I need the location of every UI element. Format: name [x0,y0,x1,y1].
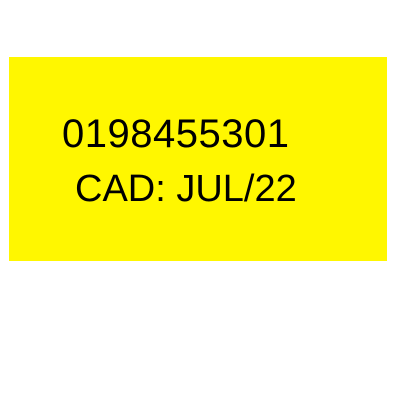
page: 0198455301 CAD: JUL/22 [0,0,400,400]
expiry-date: CAD: JUL/22 [75,168,297,210]
yellow-label [9,57,387,261]
product-code: 0198455301 [62,112,290,156]
